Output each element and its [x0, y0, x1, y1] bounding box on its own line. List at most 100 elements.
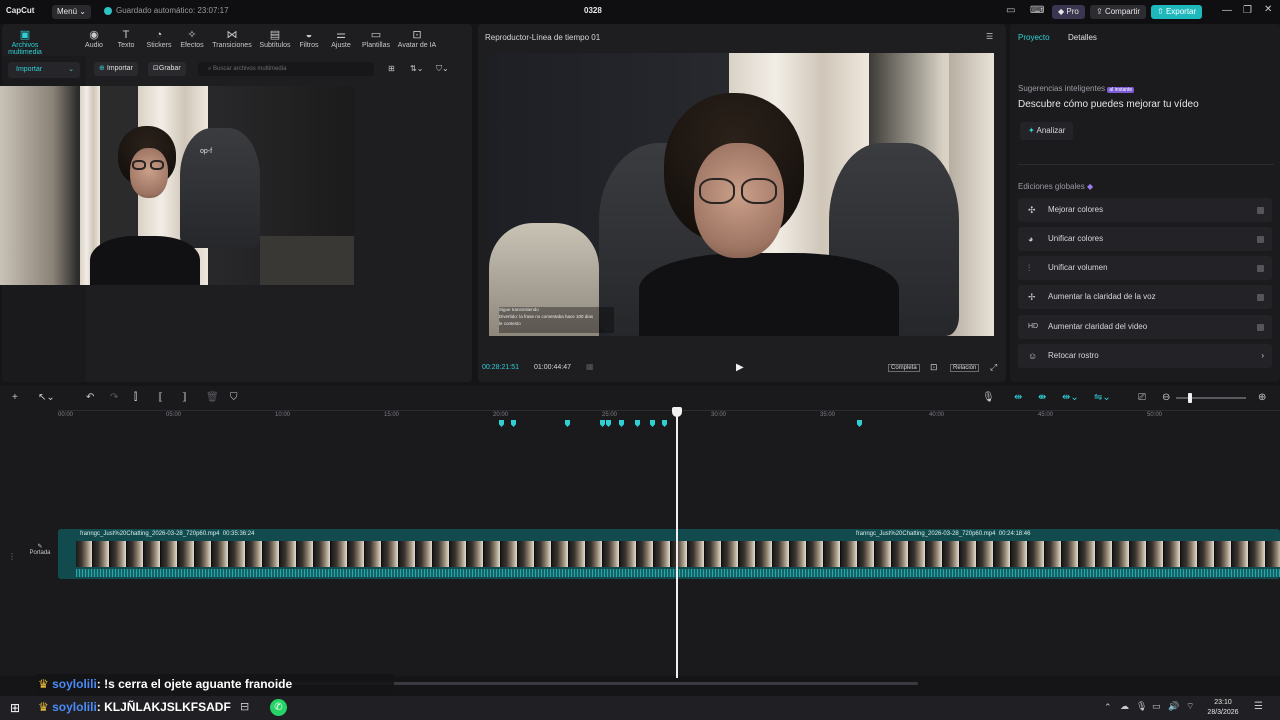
analyze-label: Analizar: [1036, 126, 1066, 135]
timeline-marker[interactable]: [619, 420, 624, 427]
tab-project[interactable]: Proyecto: [1018, 33, 1050, 42]
playhead[interactable]: [676, 408, 678, 678]
caption-icon[interactable]: ⎚: [1138, 392, 1146, 403]
player-title: Reproductor-Línea de tiempo 01: [485, 33, 601, 42]
import-dropdown[interactable]: Importar ⌄: [8, 62, 80, 78]
toggle[interactable]: [1257, 294, 1264, 301]
filter-icon[interactable]: ⛉⌄: [436, 64, 449, 74]
media-thumbnail[interactable]: op-f: [0, 86, 354, 285]
video-preview[interactable]: Sigue transmitiendo Divertido: la frase …: [489, 53, 994, 336]
properties-panel: Proyecto Detalles Sugerencias inteligent…: [1010, 24, 1280, 382]
timeline-marker[interactable]: [499, 420, 504, 427]
delete-icon[interactable]: 🗑: [206, 392, 219, 403]
clock[interactable]: 23:10 28/3/2026: [1204, 698, 1242, 718]
notification-icon[interactable]: ☰: [1254, 701, 1263, 712]
undo-icon[interactable]: ↶: [86, 392, 94, 403]
toggle[interactable]: [1257, 207, 1264, 214]
zoom-out-icon[interactable]: ⊖: [1162, 392, 1170, 403]
row-unify-volume[interactable]: ⫶ Unificar volumen: [1018, 256, 1272, 280]
timeline-marker[interactable]: [511, 420, 516, 427]
snap-icon[interactable]: ⇹⌄: [1062, 392, 1079, 403]
record-button[interactable]: ⊡Grabar: [148, 62, 186, 76]
tool-effects[interactable]: ✧ Efectos: [172, 28, 212, 49]
share-button[interactable]: ⇪ Compartir: [1090, 5, 1147, 19]
app-icon[interactable]: ⊟: [240, 700, 249, 713]
plus-circle-icon: ⊕: [99, 65, 105, 72]
toggle[interactable]: [1257, 236, 1264, 243]
sort-icon[interactable]: ⇅⌄: [410, 64, 423, 73]
export-button[interactable]: ⇧ Exportar: [1151, 5, 1203, 19]
redo-icon[interactable]: ↷: [110, 392, 118, 403]
close-icon[interactable]: ✕: [1264, 4, 1272, 15]
add-track-icon[interactable]: +: [12, 392, 18, 403]
row-unify-colors[interactable]: ◕ Unificar colores: [1018, 227, 1272, 251]
select-tool-icon[interactable]: ↖⌄: [38, 392, 55, 403]
ratio-button[interactable]: Relación: [950, 364, 980, 372]
windows-start-icon[interactable]: ⊞: [10, 701, 20, 715]
minimize-icon[interactable]: —: [1222, 5, 1232, 16]
ratio-full-button[interactable]: Completa: [888, 364, 920, 372]
microphone-icon[interactable]: 🎙: [982, 392, 995, 403]
magnet-icon[interactable]: ⇼: [1038, 392, 1046, 403]
menu-button[interactable]: Menú ⌄: [52, 5, 91, 19]
sparkle-icon: ✦: [1028, 126, 1035, 135]
smart-suggestions-title: Sugerencias inteligentes al instante: [1018, 84, 1135, 93]
row-retouch-face[interactable]: ☺ Retocar rostro ›: [1018, 344, 1272, 368]
fullscreen-icon[interactable]: ⤢: [990, 362, 997, 373]
row-video-clarity[interactable]: HD Aumentar claridad del video: [1018, 315, 1272, 339]
playhead-handle[interactable]: [672, 407, 682, 417]
track-options-icon[interactable]: ⋮: [8, 552, 16, 561]
tab-details[interactable]: Detalles: [1068, 33, 1097, 42]
media-search-input[interactable]: ⌕ Buscar archivos multimedia: [198, 62, 374, 76]
timeline-marker[interactable]: [650, 420, 655, 427]
split-icon[interactable]: ⫿: [134, 392, 137, 403]
shortcut-icon[interactable]: ⌨: [1030, 5, 1044, 16]
marker-icon[interactable]: ⛉: [230, 392, 238, 403]
analyze-button[interactable]: ✦ Analizar: [1020, 122, 1074, 140]
timeline-marker[interactable]: [600, 420, 605, 427]
timeline-marker[interactable]: [857, 420, 862, 427]
layout-icon[interactable]: ▭: [1006, 5, 1015, 16]
zoom-slider-handle[interactable]: [1188, 393, 1192, 403]
divider: [1018, 164, 1274, 165]
split-left-icon[interactable]: ⟦: [158, 392, 163, 403]
row-enhance-colors[interactable]: ✣ Mejorar colores: [1018, 198, 1272, 222]
network-icon[interactable]: ☁: [1120, 701, 1129, 712]
timeline-marker[interactable]: [565, 420, 570, 427]
tool-label: Ajuste: [331, 42, 351, 49]
toggle[interactable]: [1257, 324, 1264, 331]
timeline-marker[interactable]: [662, 420, 667, 427]
zoom-in-icon[interactable]: ⊕: [1258, 392, 1266, 403]
preview-axis-icon[interactable]: ⇋⌄: [1094, 392, 1111, 403]
tool-adjust[interactable]: ⚌ Ajuste: [321, 28, 361, 49]
chat-message: : !s cerra el ojete aguante franoide: [96, 677, 293, 691]
battery-icon[interactable]: ▭: [1152, 701, 1161, 712]
wifi-icon[interactable]: ⌔: [1186, 701, 1194, 712]
tool-media[interactable]: ▣ Archivos multimedia: [2, 28, 48, 56]
timeline-marker[interactable]: [635, 420, 640, 427]
tool-ai-avatar[interactable]: ⊡ Avatar de IA: [394, 28, 440, 49]
split-right-icon[interactable]: ⟧: [182, 392, 187, 403]
search-icon: ⌕: [208, 66, 212, 72]
link-icon[interactable]: ⇹: [1014, 392, 1022, 403]
tool-transitions[interactable]: ⋈ Transiciones: [210, 28, 254, 49]
zoom-slider[interactable]: [1176, 393, 1246, 403]
volume-icon[interactable]: 🔊: [1168, 701, 1179, 712]
timeline-marker[interactable]: [606, 420, 611, 427]
fit-icon[interactable]: ⊡: [930, 362, 938, 373]
import-button[interactable]: ⊕ Importar: [94, 62, 138, 76]
video-track[interactable]: franngc_Just%20Chatting_2026-03-28_720p6…: [58, 529, 1280, 579]
pro-button[interactable]: ◆ Pro: [1052, 5, 1085, 19]
cover-button[interactable]: ✎ Portada: [26, 543, 54, 556]
toggle[interactable]: [1257, 265, 1264, 272]
player-menu-icon[interactable]: ☰: [986, 32, 993, 41]
play-icon[interactable]: ▶: [736, 362, 744, 373]
tray-chevron-icon[interactable]: ⌃: [1104, 702, 1112, 713]
tool-templates[interactable]: ▭ Plantillas: [356, 28, 396, 49]
maximize-icon[interactable]: ❐: [1243, 5, 1252, 16]
grid-view-icon[interactable]: ⊞: [388, 64, 395, 73]
media-panel: ▣ Archivos multimedia ◉ Audio T Texto ◔ Stic…: [0, 24, 472, 382]
row-voice-clarity[interactable]: ✢ Aumentar la claridad de la voz: [1018, 285, 1272, 309]
whatsapp-icon[interactable]: ✆: [270, 699, 287, 716]
microphone-tray-icon[interactable]: 🎙: [1136, 701, 1147, 712]
